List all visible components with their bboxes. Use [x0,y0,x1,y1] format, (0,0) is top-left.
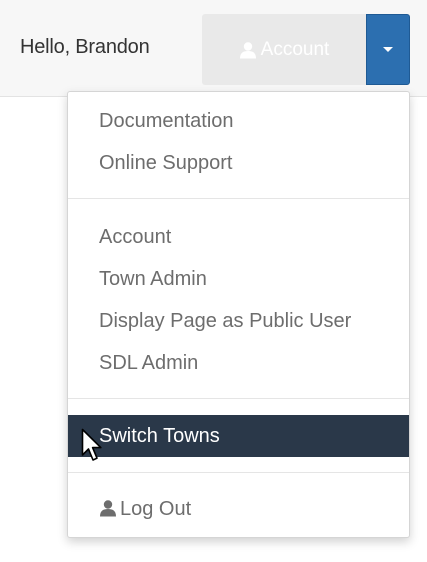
account-dropdown-toggle[interactable] [366,14,410,85]
caret-down-icon [383,47,393,52]
user-icon [99,499,117,517]
menu-item-switch-towns[interactable]: Switch Towns [68,415,409,457]
mouse-cursor-icon [81,428,102,461]
top-navbar: Hello, Brandon Account [0,0,427,97]
greeting-text: Hello, Brandon [20,36,150,58]
log-out-label: Log Out [120,498,192,520]
menu-item-account[interactable]: Account [68,216,409,258]
menu-item-online-support[interactable]: Online Support [68,142,409,184]
menu-item-display-as-public[interactable]: Display Page as Public User [68,300,409,342]
account-button-label: Account [260,38,330,60]
page: Hello, Brandon Account Documentation Onl… [0,0,427,562]
menu-item-sdl-admin[interactable]: SDL Admin [68,342,409,384]
menu-item-log-out[interactable]: Log Out [68,488,409,530]
menu-divider [68,398,409,399]
account-button[interactable]: Account [202,14,366,85]
menu-divider [68,472,409,473]
menu-divider [68,198,409,199]
menu-item-town-admin[interactable]: Town Admin [68,258,409,300]
menu-item-documentation[interactable]: Documentation [68,100,409,142]
account-dropdown-menu: Documentation Online Support Account Tow… [67,91,410,538]
user-icon [239,41,257,59]
